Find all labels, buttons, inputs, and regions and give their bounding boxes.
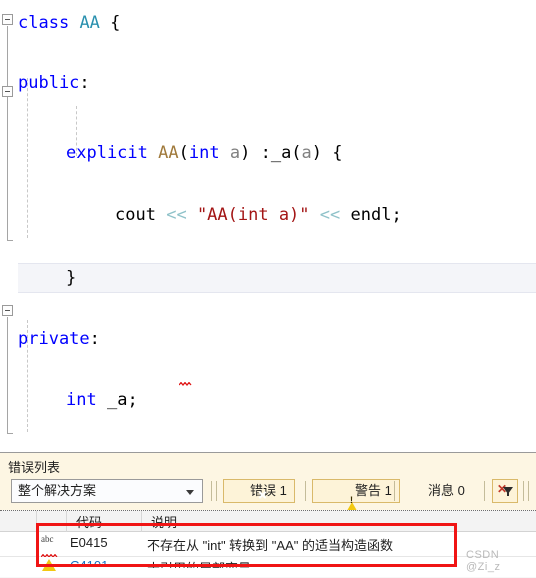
code-line-text: class AA { [18, 13, 121, 33]
error-list-panel: 错误列表 整个解决方案 错误 1 警告 1 消息 0 ✕ [0, 452, 536, 578]
scope-select[interactable]: 整个解决方案 [11, 479, 203, 503]
toolbar-divider [394, 481, 395, 501]
code-line-text: public: [18, 73, 90, 93]
code-line-text: private: [18, 329, 100, 349]
column-divider[interactable] [36, 511, 37, 532]
errors-filter-label: 错误 1 [250, 483, 287, 498]
funnel-icon [503, 487, 513, 496]
warning-triangle-icon [42, 559, 56, 571]
toolbar-divider [216, 481, 217, 501]
warning-description[interactable]: 未引用的局部变量 [147, 558, 251, 568]
toolbar-divider [484, 481, 485, 501]
watermark: CSDN @Zi_z [466, 549, 501, 573]
column-divider[interactable] [66, 511, 67, 532]
table-row[interactable]: abc E0415 不存在从 "int" 转换到 "AA" 的适当构造函数 [0, 532, 536, 558]
code-line[interactable]: class AA { [0, 8, 536, 38]
column-divider[interactable] [141, 511, 142, 532]
clear-filter-button[interactable]: ✕ [492, 479, 518, 503]
column-header-description[interactable]: 说明 [151, 512, 177, 531]
column-header-code[interactable]: 代码 [76, 512, 102, 531]
messages-filter-button[interactable]: 消息 0 [401, 479, 473, 503]
code-line-current[interactable]: } [18, 263, 536, 293]
abc-glyph: abc [41, 534, 54, 544]
table-row-partial[interactable]: C4101 未引用的局部变量 [0, 557, 536, 577]
code-line[interactable]: int _a; [0, 385, 536, 415]
error-squiggle-icon [179, 382, 192, 386]
code-line[interactable]: public: [0, 68, 536, 98]
code-line-text: explicit AA(int a) :_a(a) { [66, 143, 343, 163]
error-list-toolbar: 整个解决方案 错误 1 警告 1 消息 0 ✕ [0, 478, 536, 516]
fold-toggle-main[interactable] [2, 305, 13, 316]
error-list-header-row: 代码 说明 [0, 511, 536, 532]
warnings-filter-button[interactable]: 警告 1 [312, 479, 400, 516]
toolbar-divider [305, 481, 306, 501]
warnings-filter-label: 警告 1 [355, 483, 392, 498]
code-line[interactable]: explicit AA(int a) :_a(a) { [0, 138, 536, 168]
code-line-text: int _a; [66, 390, 138, 410]
code-line-text: cout << "AA(int a)" << endl; [115, 205, 402, 225]
error-code[interactable]: E0415 [70, 535, 108, 550]
scope-select-value: 整个解决方案 [18, 483, 97, 498]
toolbar-divider [528, 481, 529, 501]
code-line[interactable]: cout << "AA(int a)" << endl; [0, 200, 536, 230]
code-editor[interactable]: class AA { public: explicit AA(int a) :_… [0, 0, 536, 452]
warning-code[interactable]: C4101 [70, 558, 108, 566]
messages-filter-label: 消息 0 [428, 483, 465, 498]
code-line-text: } [66, 268, 77, 288]
error-list-grid[interactable]: 代码 说明 abc E0415 不存在从 "int" 转换到 "AA" 的适当构… [0, 510, 536, 578]
code-line[interactable]: private: [0, 324, 536, 354]
toolbar-divider [211, 481, 212, 501]
error-description[interactable]: 不存在从 "int" 转换到 "AA" 的适当构造函数 [147, 535, 393, 554]
chevron-down-icon [186, 490, 194, 495]
errors-filter-button[interactable]: 错误 1 [223, 479, 295, 503]
intellisense-error-icon: abc [40, 534, 61, 558]
toolbar-divider [523, 481, 524, 501]
error-list-title: 错误列表 [8, 460, 61, 475]
